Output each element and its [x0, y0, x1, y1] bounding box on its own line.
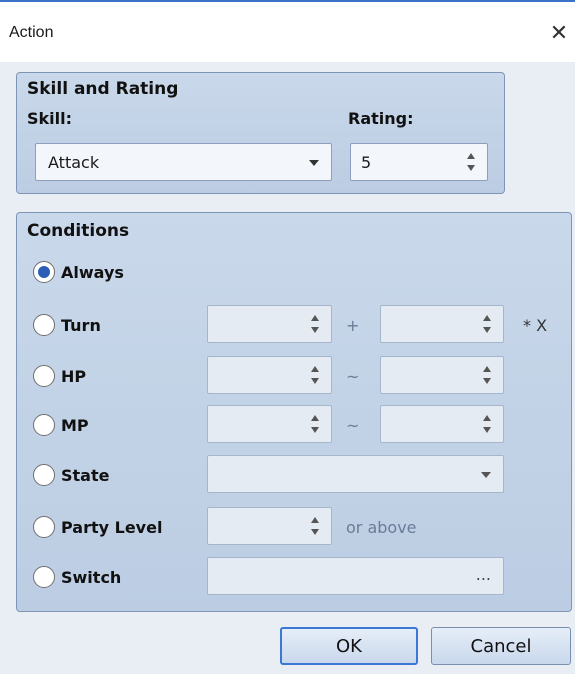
party-level-stepper[interactable]: [207, 507, 332, 545]
rating-label: Rating:: [348, 109, 414, 128]
spin-arrows-icon[interactable]: [483, 415, 493, 433]
close-icon: ✕: [549, 20, 569, 46]
radio-turn-label: Turn: [61, 315, 101, 335]
radio-party-level[interactable]: Party Level: [33, 516, 162, 538]
hp-max-stepper[interactable]: [380, 356, 504, 394]
ok-button[interactable]: OK: [280, 627, 418, 665]
action-dialog: Action ✕ Skill and Rating Skill: Attack …: [0, 0, 575, 674]
spin-up-icon[interactable]: [467, 153, 475, 159]
spin-arrows-icon[interactable]: [311, 366, 321, 384]
close-button[interactable]: ✕: [543, 16, 575, 50]
turn-plus-sign: +: [346, 316, 360, 335]
rating-value: 5: [361, 153, 372, 172]
ok-button-label: OK: [336, 635, 362, 657]
radio-button[interactable]: [33, 566, 55, 588]
spin-down-icon[interactable]: [311, 427, 319, 433]
radio-button[interactable]: [33, 365, 55, 387]
skill-value: Attack: [48, 153, 100, 172]
spin-down-icon[interactable]: [483, 327, 491, 333]
spin-up-icon[interactable]: [483, 366, 491, 372]
spin-arrows-icon[interactable]: [467, 153, 477, 171]
radio-state[interactable]: State: [33, 464, 109, 486]
mp-tilde: ~: [346, 416, 360, 435]
switch-picker[interactable]: ...: [207, 557, 504, 595]
radio-button[interactable]: [33, 314, 55, 336]
radio-button-selected[interactable]: [33, 261, 55, 283]
rating-stepper[interactable]: 5: [350, 143, 488, 181]
turn-multiplier-text: * X: [523, 316, 548, 335]
cancel-button[interactable]: Cancel: [431, 627, 571, 665]
radio-dot-icon: [38, 266, 50, 278]
radio-always[interactable]: Always: [33, 261, 124, 283]
spin-up-icon[interactable]: [483, 315, 491, 321]
spin-down-icon[interactable]: [483, 427, 491, 433]
spin-down-icon[interactable]: [311, 529, 319, 535]
spin-up-icon[interactable]: [311, 366, 319, 372]
spin-down-icon[interactable]: [311, 327, 319, 333]
mp-min-stepper[interactable]: [207, 405, 332, 443]
radio-mp[interactable]: MP: [33, 414, 89, 436]
spin-up-icon[interactable]: [311, 517, 319, 523]
skill-rating-group: Skill and Rating Skill: Attack Rating: 5: [16, 72, 505, 194]
radio-turn[interactable]: Turn: [33, 314, 101, 336]
spin-arrows-icon[interactable]: [311, 415, 321, 433]
radio-switch[interactable]: Switch: [33, 566, 121, 588]
party-level-suffix: or above: [346, 518, 417, 537]
turn-span-stepper[interactable]: [380, 305, 504, 343]
window-title: Action: [9, 24, 54, 41]
skill-select[interactable]: Attack: [35, 143, 332, 181]
cancel-button-label: Cancel: [470, 635, 532, 657]
turn-start-stepper[interactable]: [207, 305, 332, 343]
radio-hp-label: HP: [61, 366, 87, 386]
chevron-down-icon: [309, 160, 319, 166]
spin-down-icon[interactable]: [311, 378, 319, 384]
spin-up-icon[interactable]: [311, 315, 319, 321]
skill-label: Skill:: [27, 109, 73, 128]
spin-up-icon[interactable]: [311, 415, 319, 421]
hp-min-stepper[interactable]: [207, 356, 332, 394]
spin-down-icon[interactable]: [467, 165, 475, 171]
radio-always-label: Always: [61, 262, 124, 282]
spin-arrows-icon[interactable]: [483, 315, 493, 333]
spin-arrows-icon[interactable]: [311, 315, 321, 333]
radio-button[interactable]: [33, 516, 55, 538]
radio-button[interactable]: [33, 464, 55, 486]
radio-mp-label: MP: [61, 415, 89, 435]
hp-tilde: ~: [346, 367, 360, 386]
conditions-title: Conditions: [27, 221, 130, 241]
state-select[interactable]: [207, 455, 504, 493]
radio-button[interactable]: [33, 414, 55, 436]
radio-party-level-label: Party Level: [61, 517, 163, 537]
spin-arrows-icon[interactable]: [311, 517, 321, 535]
title-bar: Action ✕: [0, 0, 575, 62]
mp-max-stepper[interactable]: [380, 405, 504, 443]
radio-switch-label: Switch: [61, 567, 122, 587]
skill-rating-title: Skill and Rating: [27, 79, 179, 99]
spin-down-icon[interactable]: [483, 378, 491, 384]
chevron-down-icon: [481, 472, 491, 478]
spin-arrows-icon[interactable]: [483, 366, 493, 384]
spin-up-icon[interactable]: [483, 415, 491, 421]
radio-hp[interactable]: HP: [33, 365, 86, 387]
radio-state-label: State: [61, 465, 110, 485]
ellipsis-icon[interactable]: ...: [476, 565, 491, 584]
